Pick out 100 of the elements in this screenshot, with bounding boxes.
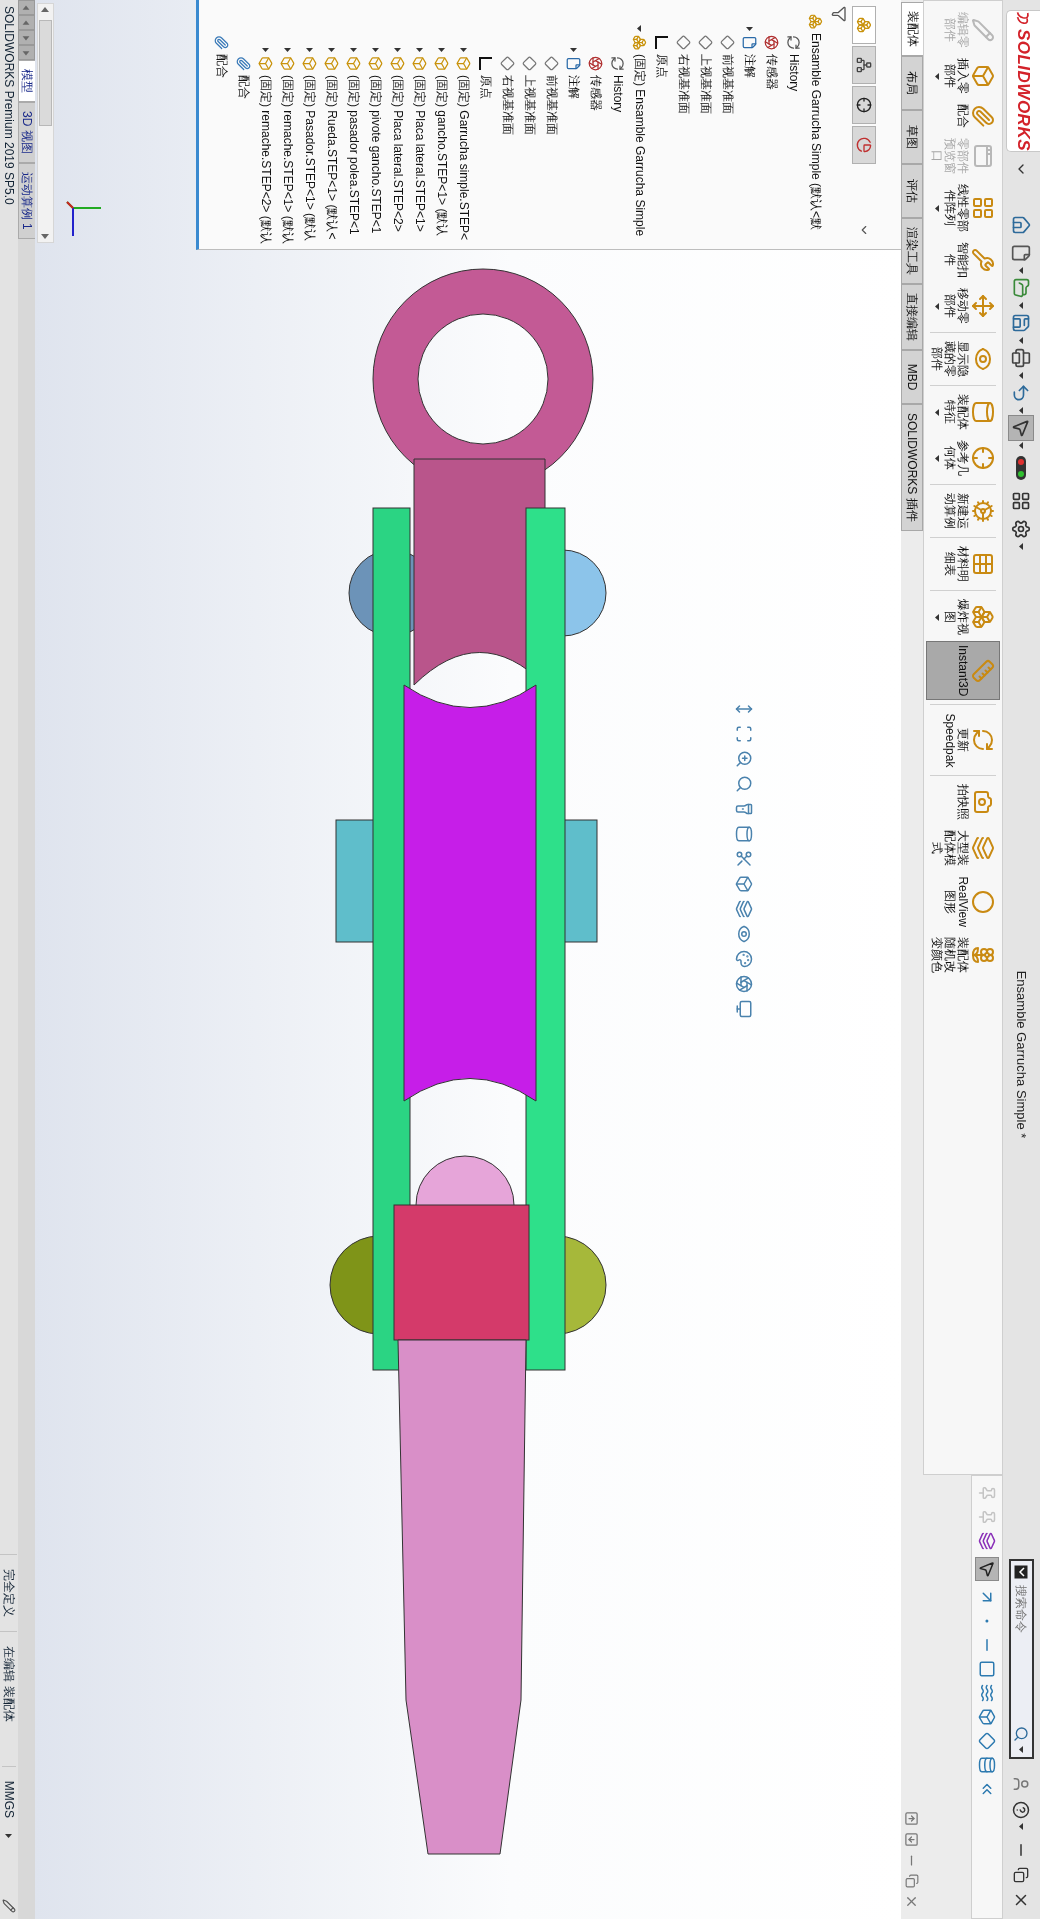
ribbon-button[interactable]: 装配体 特征 [926, 390, 1000, 434]
caret-icon[interactable] [306, 45, 314, 53]
tree-item[interactable]: 上视基准面 [521, 75, 539, 135]
tree-item[interactable]: (固定) remache.STEP<1> (默认 [279, 75, 297, 244]
tree-item[interactable]: 右视基准面 [499, 75, 517, 135]
tree-item[interactable]: 前视基准面 [719, 54, 737, 114]
caret-icon[interactable] [934, 613, 941, 621]
ribbon-tab[interactable]: 草图 [901, 110, 923, 164]
caret-icon[interactable] [328, 45, 336, 53]
cube-icon[interactable] [978, 1708, 996, 1726]
tree-item[interactable]: (固定) Garrucha simple.STEP< [455, 75, 473, 241]
pointer-icon[interactable] [1008, 415, 1035, 441]
scroll-down-icon[interactable] [904, 1832, 920, 1847]
ribbon-button[interactable]: 移动零 部件 [926, 284, 1000, 328]
caret-icon[interactable] [416, 45, 424, 53]
tree-item[interactable]: 右视基准面 [675, 54, 693, 114]
caret-icon[interactable] [438, 45, 446, 53]
logo[interactable]: SOLIDWORKS [1006, 10, 1040, 152]
caret-icon[interactable] [350, 45, 358, 53]
ribbon-tab[interactable]: 布局 [901, 56, 923, 110]
traffic-light-icon[interactable] [1015, 455, 1028, 481]
tree-item[interactable]: 原点 [653, 54, 671, 78]
ribbon-tab[interactable]: 直接编辑 [901, 284, 923, 350]
caret-icon[interactable] [460, 45, 468, 53]
eye-icon[interactable] [735, 925, 753, 943]
scroll-up-icon[interactable] [904, 1811, 920, 1826]
tree-item[interactable]: 注解 [741, 54, 759, 78]
aperture-icon[interactable] [735, 975, 753, 993]
ribbon-button[interactable]: 爆炸视 图 [926, 595, 1000, 639]
square-icon[interactable] [978, 1660, 996, 1678]
caret-icon[interactable] [934, 454, 941, 462]
tree-item[interactable]: (固定) Ensamble Garrucha Simple [631, 54, 649, 237]
scroll-arrow-button[interactable] [18, 15, 35, 30]
layers-icon[interactable] [735, 900, 753, 918]
caret-icon[interactable] [934, 408, 941, 416]
ribbon-button[interactable]: 配合 [926, 100, 1000, 132]
ribbon-tab[interactable]: 渲染工具 [901, 218, 923, 284]
horizontal-scrollbar[interactable] [37, 3, 54, 243]
panel-tab[interactable] [852, 86, 876, 124]
caret-icon[interactable] [1018, 302, 1025, 309]
ribbon-button[interactable]: 拍快照 [926, 780, 1000, 825]
filter-icon[interactable] [831, 6, 847, 22]
search-icon[interactable] [735, 775, 753, 793]
tree-item[interactable]: 配合 [213, 54, 231, 78]
tree-item[interactable]: 传感器 [763, 54, 781, 90]
ribbon-tab[interactable]: 装配体 [901, 2, 923, 56]
caret-icon[interactable] [934, 204, 941, 212]
layers-icon[interactable] [978, 1532, 996, 1550]
caret-icon[interactable] [934, 302, 941, 310]
pointer-icon[interactable] [975, 1557, 999, 1581]
bottom-tab[interactable]: 3D 视图 [18, 102, 35, 163]
tree-item[interactable]: Ensamble Garrucha Simple (默认<默 [807, 33, 825, 231]
caret-icon[interactable] [1018, 543, 1025, 550]
tree-item[interactable]: 传感器 [587, 75, 605, 111]
tree-item[interactable]: (固定) gancho.STEP<1> (默认 [433, 75, 451, 237]
tree-item[interactable]: History [787, 54, 801, 92]
caret-icon[interactable] [284, 45, 292, 53]
tree-item[interactable]: (固定) remache.STEP<2> (默认 [257, 75, 275, 244]
tree-item[interactable]: History [611, 75, 625, 113]
tree-item[interactable]: (固定) Pasador.STEP<1> (默认 [301, 75, 319, 242]
ribbon-button[interactable]: 参考几 何体 [926, 436, 1000, 480]
caret-icon[interactable] [372, 45, 380, 53]
ribbon-button[interactable]: 装配体 随机改 变颜色 [926, 932, 1000, 977]
ribbon-button[interactable]: 大型装 配体模 式 [926, 826, 1000, 871]
tree-item[interactable]: (固定) Placa lateral.STEP<2> [389, 75, 407, 232]
search-bar[interactable]: 搜索命令 [1009, 1559, 1034, 1759]
ribbon-button[interactable]: 材料明 细表 [926, 542, 1000, 586]
search-icon[interactable] [1013, 1726, 1030, 1742]
tree-item[interactable]: 前视基准面 [543, 75, 561, 135]
ribbon-tab[interactable]: MBD [901, 350, 923, 404]
tree-item[interactable]: 注解 [565, 75, 583, 99]
caret-icon[interactable] [394, 45, 402, 53]
caret-icon[interactable] [262, 45, 270, 53]
scrollbar-thumb[interactable] [39, 20, 52, 126]
monitor-icon[interactable] [735, 1000, 753, 1018]
tree-item[interactable]: (固定) pasador polea.STEP<1 [345, 75, 363, 235]
zoom-in-icon[interactable] [735, 750, 753, 768]
tree-item[interactable]: (固定) Rueda.STEP<1> (默认< [323, 75, 341, 240]
ribbon-button[interactable]: 新建运 动算例 [926, 489, 1000, 533]
bottom-tab[interactable]: 运动算例 1 [18, 162, 35, 239]
caret-icon[interactable] [5, 1832, 13, 1839]
scissors-icon[interactable] [735, 850, 753, 868]
ribbon-button[interactable]: RealView 图形 [926, 872, 1000, 931]
cube-icon[interactable] [735, 875, 753, 893]
caret-icon[interactable] [570, 45, 578, 53]
caret-icon[interactable] [1018, 1823, 1025, 1830]
ribbon-button[interactable]: 智能扣 件 [926, 238, 1000, 282]
tree-item[interactable]: 上视基准面 [697, 54, 715, 114]
search-field[interactable]: 搜索命令 [1013, 1583, 1030, 1722]
caret-icon[interactable] [1018, 267, 1025, 274]
scroll-arrow-button[interactable] [18, 45, 35, 60]
caret-icon[interactable] [746, 24, 754, 32]
tree-item[interactable]: 配合 [235, 75, 253, 99]
tree-item[interactable]: (固定) Placa lateral.STEP<1> [411, 75, 429, 232]
caret-icon[interactable] [1018, 1746, 1025, 1753]
caret-icon[interactable] [1018, 337, 1025, 344]
scroll-arrow-button[interactable] [18, 0, 35, 15]
bottom-tab[interactable]: 模型 [18, 60, 35, 102]
ribbon-button[interactable]: 显示隐 藏的零 部件 [926, 337, 1000, 381]
scan-frame-icon[interactable] [735, 725, 753, 743]
